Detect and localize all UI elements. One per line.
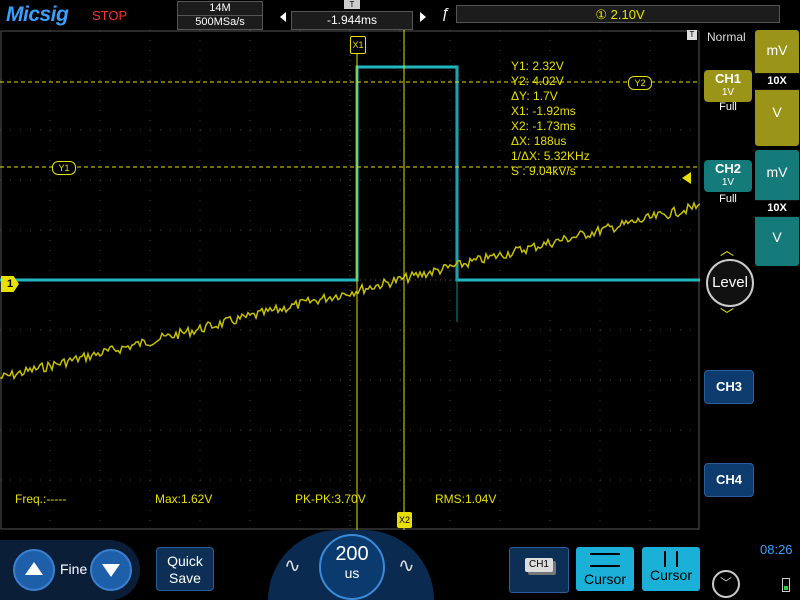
timebase-value-display[interactable]: 200 us [319,534,385,600]
ch2-button[interactable]: CH2 1V [704,160,752,192]
quick-save-line2: Save [169,570,201,586]
down-arrow-icon [102,564,120,577]
ch1-button[interactable]: CH1 1V [704,70,752,102]
battery-icon [782,578,790,592]
trigger-source-indicator: ① [595,7,608,22]
horizontal-cursor-icon [590,553,620,567]
ch1-scale: 1V [721,87,735,98]
cursor-readout-x2: X2: -1.73ms [511,119,576,133]
cursor-readout-y1: Y1: 2.32V [511,59,564,73]
channel-select-button[interactable]: CH1 [509,547,569,593]
ch1-bandwidth: Full [719,101,737,113]
level-down-icon[interactable]: ﹀ [720,305,734,325]
cursor-readout-dx: ΔX: 188us [511,134,567,148]
ch1-label: CH1 [714,71,741,86]
up-arrow-icon [25,562,43,575]
quick-save-button[interactable]: Quick Save [156,547,214,591]
timebase-increase-icon[interactable]: ∿ [398,553,415,578]
trigger-level-readout[interactable]: ① 2.10V [456,5,780,23]
cursor-readout-panel: Y1: 2.32V Y2: 4.02V ΔY: 1.7V X1: -1.92ms… [511,59,691,179]
system-clock: 08:26 [760,542,793,557]
channel-select-label: CH1 [525,558,553,572]
timebase-unit: us [344,565,360,581]
cursor-readout-y2: Y2: 4.02V [511,74,564,88]
sample-rate-readout[interactable]: 500MSa/s [177,15,263,30]
trigger-level-value: 2.10V [610,7,645,22]
ch3-button[interactable]: CH3 [704,370,754,404]
timebase-value: 200 [335,543,369,565]
ch1-probe-ratio[interactable]: 10X [755,73,799,90]
trigger-mode-marker-icon: T [687,30,697,40]
rising-edge-trigger-icon: ƒ [441,5,450,22]
ch1-unit[interactable]: mV [755,30,799,67]
ch1-scale-down-icon[interactable]: V [755,90,799,120]
quick-save-line1: Quick [167,553,203,569]
measure-frequency[interactable]: Freq.:----- [15,492,66,506]
brand-logo: Micsig [6,3,69,26]
fine-down-button[interactable] [90,549,132,591]
ch2-scale-control[interactable]: mV 10X V [755,150,799,266]
cursor-vertical-label: Cursor [649,567,692,583]
ch2-bandwidth: Full [719,193,737,205]
cursor-x2-tag[interactable]: X2 [397,512,412,528]
memory-depth-readout[interactable]: 14M [177,1,263,16]
ch1-scale-control[interactable]: mV 10X V [755,30,799,146]
measure-rms[interactable]: RMS:1.04V [435,492,496,506]
ch4-button[interactable]: CH4 [704,463,754,497]
delay-right-arrow-icon[interactable] [420,12,426,22]
trigger-mode-label[interactable]: Normal [707,30,746,44]
level-knob[interactable]: Level [706,259,754,307]
fine-label: Fine [60,561,88,577]
measure-pkpk[interactable]: PK-PK:3.70V [295,492,366,506]
trigger-delay-readout[interactable]: -1.944ms [291,11,413,30]
cursor-readout-dy: ΔY: 1.7V [511,89,558,103]
level-up-icon[interactable]: ︿ [720,240,734,260]
menu-collapse-icon[interactable]: ﹀ [712,570,740,598]
cursor-x1-tag[interactable]: X1 [350,36,366,54]
cursor-readout-slope: S : 9.04kV/s [511,164,576,178]
cursor-horizontal-button[interactable]: Cursor [576,547,634,591]
cursor-horizontal-label: Cursor [583,571,626,587]
vertical-cursor-icon [664,551,678,567]
ch2-label: CH2 [714,161,741,176]
trigger-position-marker[interactable]: T [344,0,360,9]
cursor-readout-freq: 1/ΔX: 5.32KHz [511,149,590,163]
cursor-readout-x1: X1: -1.92ms [511,104,576,118]
delay-left-arrow-icon[interactable] [280,12,286,22]
run-stop-status[interactable]: STOP [92,8,127,23]
ch2-probe-ratio[interactable]: 10X [755,200,799,217]
ch2-scale-down-icon[interactable]: V [755,217,799,245]
timebase-decrease-icon[interactable]: ∿ [284,553,301,578]
fine-up-button[interactable] [13,549,55,591]
ch2-scale: 1V [721,177,735,188]
ch2-unit[interactable]: mV [755,150,799,189]
cursor-vertical-button[interactable]: Cursor [642,547,700,591]
measure-max[interactable]: Max:1.62V [155,492,212,506]
cursor-y1-tag[interactable]: Y1 [52,161,76,175]
